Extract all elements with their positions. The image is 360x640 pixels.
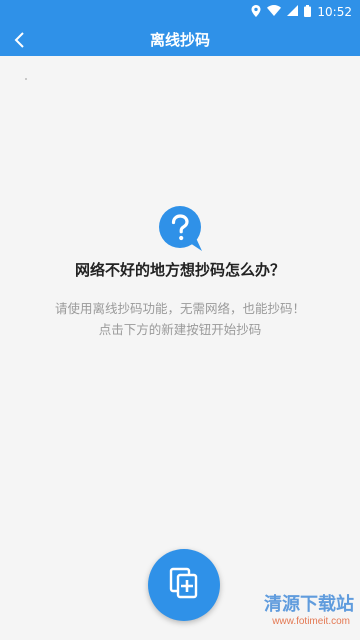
watermark-text: 清源下载站 bbox=[264, 594, 354, 615]
divider-dot bbox=[25, 78, 27, 80]
empty-state-heading: 网络不好的地方想抄码怎么办？ bbox=[74, 261, 285, 279]
app-bar: 离线抄码 bbox=[0, 24, 360, 56]
chevron-left-icon[interactable] bbox=[8, 28, 32, 52]
location-icon bbox=[251, 4, 261, 20]
battery-icon bbox=[304, 4, 312, 20]
status-time: 10:52 bbox=[317, 5, 352, 19]
watermark-url: www.fotimeit.com bbox=[272, 616, 350, 627]
add-copy-icon bbox=[169, 567, 199, 603]
signal-icon bbox=[287, 5, 299, 19]
empty-state-description-2: 点击下方的新建按钮开始抄码 bbox=[98, 322, 262, 337]
wifi-icon bbox=[267, 5, 282, 19]
question-bubble-icon bbox=[158, 205, 204, 253]
page-title: 离线抄码 bbox=[149, 31, 210, 49]
status-bar: 10:52 bbox=[0, 0, 360, 24]
new-offline-copy-button[interactable] bbox=[148, 549, 220, 621]
empty-state-description-1: 请使用离线抄码功能，无需网络，也能抄码！ bbox=[54, 301, 305, 316]
